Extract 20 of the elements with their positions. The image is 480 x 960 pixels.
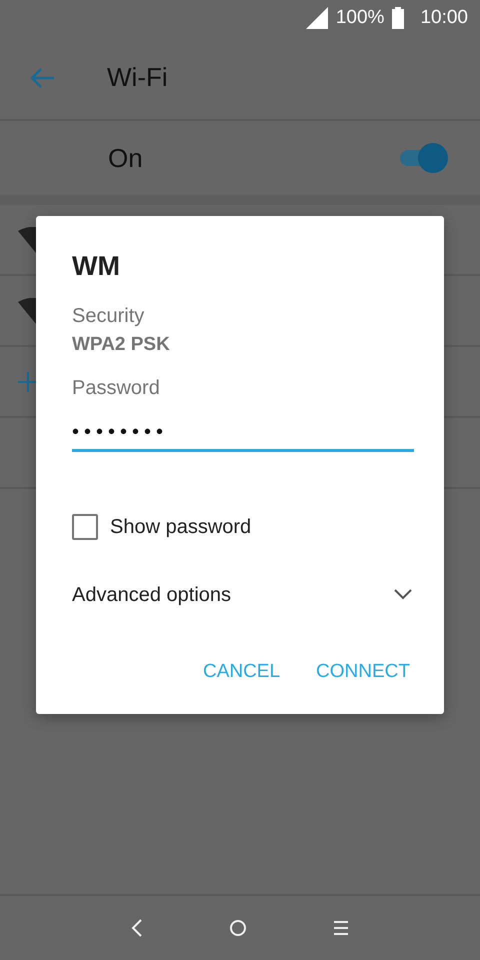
page-title: Wi-Fi <box>107 61 168 94</box>
checkbox[interactable] <box>72 514 98 540</box>
clock: 10:00 <box>420 6 468 30</box>
home-icon[interactable] <box>229 919 247 937</box>
wifi-icon <box>18 298 36 324</box>
checkbox-label: Show password <box>110 515 252 540</box>
password-label: Password <box>72 376 161 401</box>
menu-icon[interactable] <box>333 920 349 936</box>
dialog-title: WM <box>72 250 121 283</box>
battery-icon <box>392 7 404 29</box>
wifi-icon <box>18 226 36 252</box>
toggle-label: On <box>108 142 143 174</box>
security-value: WPA2 PSK <box>72 332 171 356</box>
advanced-options-label[interactable]: Advanced options <box>72 580 232 610</box>
chevron-icon[interactable] <box>394 589 412 601</box>
battery-percent: 100% <box>336 6 384 30</box>
add-icon <box>18 372 38 392</box>
signal-icon <box>306 7 328 29</box>
password-field[interactable]: •••••••• <box>72 403 414 452</box>
security-label: Security <box>72 304 146 328</box>
